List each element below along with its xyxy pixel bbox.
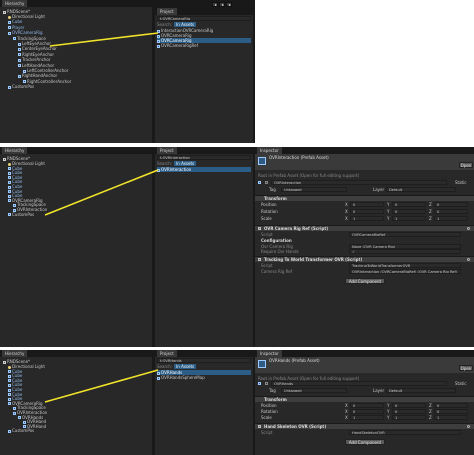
yellow-arrow-line	[44, 169, 159, 216]
yellow-arrow-line	[44, 369, 159, 403]
yellow-arrow-line	[49, 32, 159, 47]
annotation-arrows	[44, 32, 159, 403]
